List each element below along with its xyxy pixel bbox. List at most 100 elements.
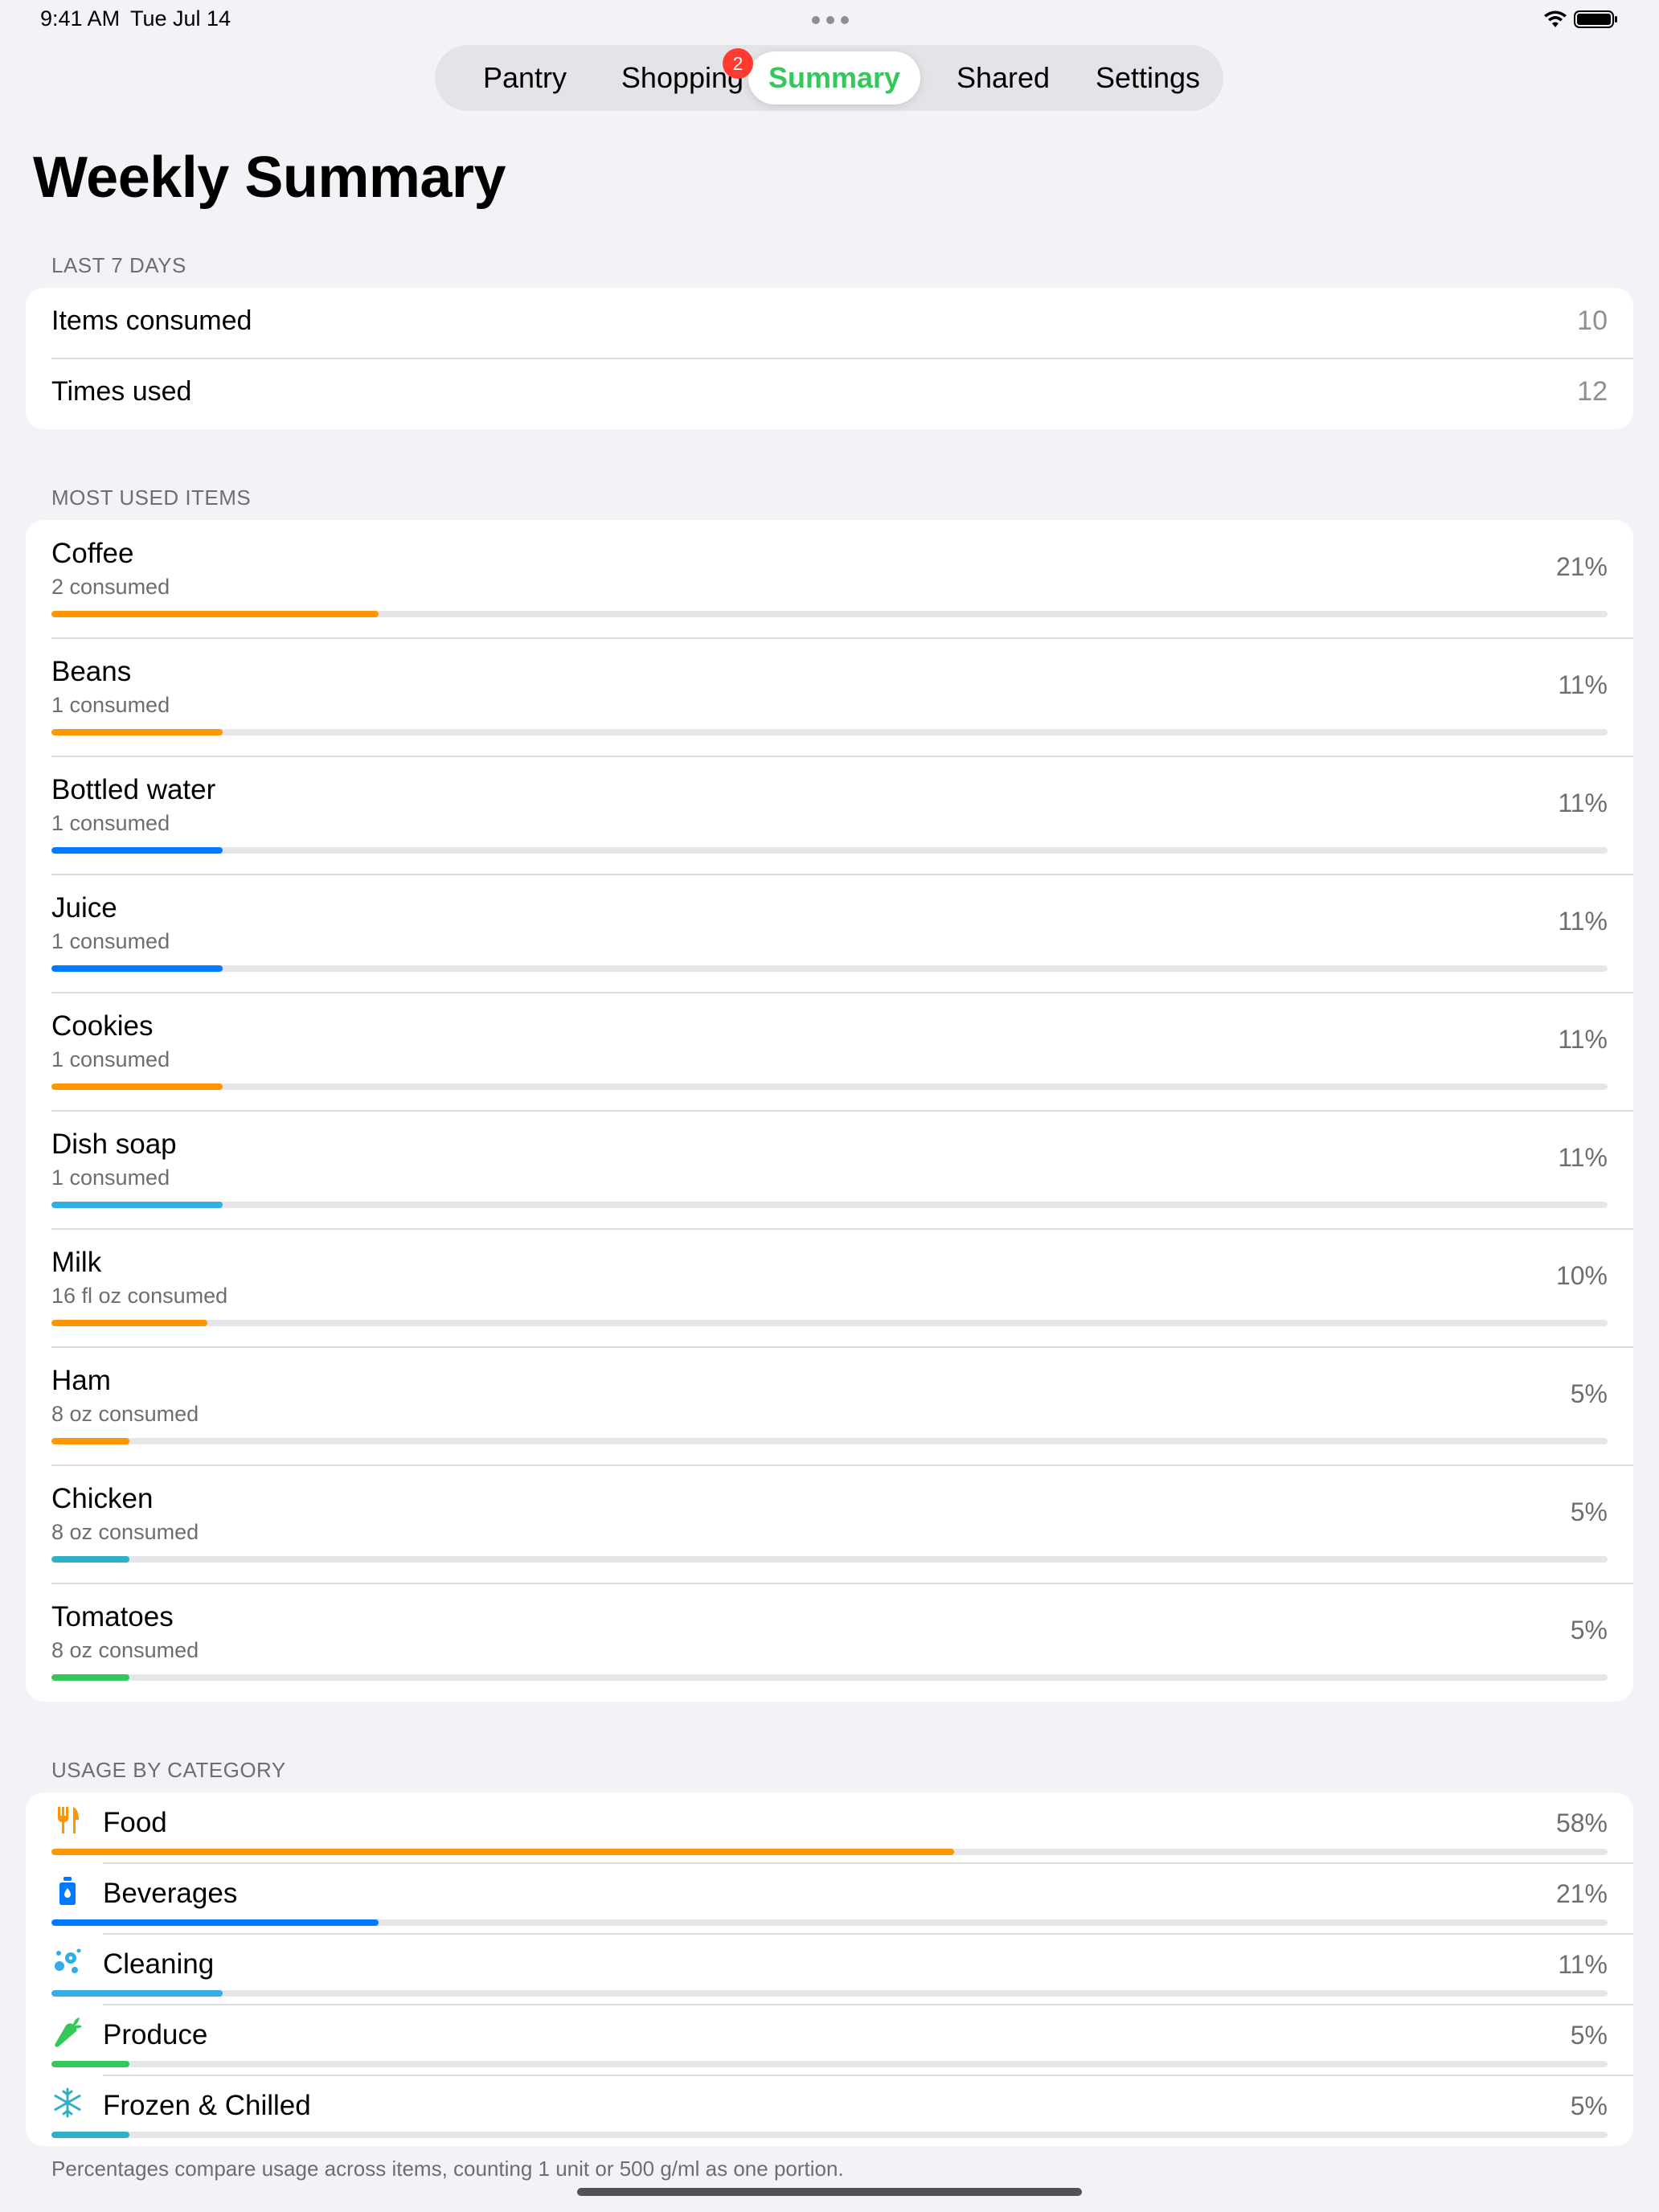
item-consumed-amount: 8 oz consumed <box>51 1638 199 1662</box>
usage-bar-track <box>51 1849 1608 1855</box>
usage-bar-track <box>51 1438 1608 1444</box>
last-7-days-card: Items consumed 10 Times used 12 <box>26 288 1633 429</box>
stat-value: 10 <box>1577 305 1608 336</box>
item-percentage: 5% <box>1570 1379 1608 1408</box>
list-item[interactable]: Chicken 8 oz consumed 5% <box>26 1465 1633 1583</box>
category-percentage: 21% <box>1555 1879 1608 1908</box>
item-name: Bottled water <box>51 774 216 805</box>
usage-bar-fill <box>51 2132 129 2138</box>
usage-bar-track <box>51 1919 1608 1926</box>
wifi-icon <box>1544 10 1567 27</box>
snowflake-icon <box>51 2087 84 2119</box>
category-percentage: 11% <box>1558 1950 1608 1979</box>
usage-bar-fill <box>51 965 223 972</box>
usage-bar-track <box>51 1202 1608 1208</box>
tab-pantry[interactable]: Pantry <box>451 51 599 104</box>
usage-bar-track <box>51 611 1608 617</box>
category-percentage: 5% <box>1570 2021 1608 2050</box>
bubbles-icon <box>51 1945 84 1977</box>
item-name: Chicken <box>51 1483 154 1514</box>
list-item[interactable]: Tomatoes 8 oz consumed 5% <box>26 1583 1633 1702</box>
more-dots-icon[interactable] <box>812 16 849 24</box>
section-header-most-used: MOST USED ITEMS <box>51 485 252 510</box>
item-consumed-amount: 1 consumed <box>51 811 170 835</box>
item-consumed-amount: 2 consumed <box>51 575 170 599</box>
category-name: Beverages <box>103 1878 238 1909</box>
section-header-last-7-days: LAST 7 DAYS <box>51 253 186 277</box>
stat-label: Times used <box>51 376 192 407</box>
item-percentage: 10% <box>1555 1261 1608 1290</box>
category-name: Frozen & Chilled <box>103 2090 311 2121</box>
tab-settings[interactable]: Settings <box>1086 51 1210 104</box>
item-percentage: 11% <box>1558 1143 1608 1172</box>
category-percentage: 5% <box>1570 2091 1608 2120</box>
item-consumed-amount: 1 consumed <box>51 1165 170 1190</box>
usage-bar-fill <box>51 611 379 617</box>
list-item[interactable]: Dish soap 1 consumed 11% <box>26 1111 1633 1229</box>
fork-knife-icon <box>51 1804 84 1836</box>
list-item[interactable]: Juice 1 consumed 11% <box>26 875 1633 993</box>
list-item[interactable]: Beans 1 consumed 11% <box>26 638 1633 756</box>
item-name: Tomatoes <box>51 1601 174 1632</box>
item-consumed-amount: 1 consumed <box>51 693 170 717</box>
usage-bar-fill <box>51 1556 129 1563</box>
usage-bar-fill <box>51 2061 129 2067</box>
usage-bar-track <box>51 1990 1608 1997</box>
tab-bar: Pantry Shopping Summary Shared Settings <box>435 45 1223 111</box>
carrot-icon <box>51 2016 84 2048</box>
status-date: Tue Jul 14 <box>130 6 231 31</box>
shopping-badge: 2 <box>723 48 753 79</box>
usage-bar-fill <box>51 1438 129 1444</box>
most-used-items-card: Coffee 2 consumed 21% Beans 1 consumed 11% Bot… <box>26 520 1633 1702</box>
category-row[interactable]: Food 58% <box>26 1792 1633 1863</box>
stat-row-items-consumed: Items consumed 10 <box>26 288 1633 358</box>
category-row[interactable]: Produce 5% <box>26 2005 1633 2075</box>
section-header-usage-by-category: USAGE BY CATEGORY <box>51 1758 286 1782</box>
category-row[interactable]: Cleaning 11% <box>26 1934 1633 2005</box>
list-item[interactable]: Bottled water 1 consumed 11% <box>26 756 1633 875</box>
usage-bar-fill <box>51 1202 223 1208</box>
usage-bar-track <box>51 2061 1608 2067</box>
usage-by-category-card: Food 58% Beverages 21% Cleaning 11% Produce 5% F… <box>26 1792 1633 2146</box>
usage-bar-fill <box>51 1990 223 1997</box>
bottle-icon <box>51 1874 84 1907</box>
item-percentage: 11% <box>1558 789 1608 817</box>
usage-bar-track <box>51 2132 1608 2138</box>
stat-row-times-used: Times used 12 <box>26 358 1633 429</box>
page-title: Weekly Summary <box>33 145 506 210</box>
item-consumed-amount: 16 fl oz consumed <box>51 1284 228 1308</box>
item-percentage: 11% <box>1558 907 1608 936</box>
list-item[interactable]: Cookies 1 consumed 11% <box>26 993 1633 1111</box>
category-percentage: 58% <box>1555 1809 1608 1837</box>
battery-icon <box>1574 10 1617 28</box>
stat-label: Items consumed <box>51 305 252 336</box>
usage-bar-track <box>51 965 1608 972</box>
list-item[interactable]: Ham 8 oz consumed 5% <box>26 1347 1633 1465</box>
stat-value: 12 <box>1577 376 1608 407</box>
list-item[interactable]: Coffee 2 consumed 21% <box>26 520 1633 638</box>
usage-bar-fill <box>51 1674 129 1681</box>
item-percentage: 5% <box>1570 1616 1608 1645</box>
category-name: Food <box>103 1807 167 1838</box>
category-row[interactable]: Frozen & Chilled 5% <box>26 2075 1633 2146</box>
list-item[interactable]: Milk 16 fl oz consumed 10% <box>26 1229 1633 1347</box>
item-name: Milk <box>51 1247 102 1278</box>
category-row[interactable]: Beverages 21% <box>26 1863 1633 1934</box>
item-name: Cookies <box>51 1010 154 1042</box>
status-time: 9:41 AM <box>40 6 121 31</box>
item-consumed-amount: 1 consumed <box>51 1047 170 1071</box>
usage-bar-fill <box>51 847 223 854</box>
tab-summary[interactable]: Summary <box>748 51 920 104</box>
usage-bar-track <box>51 1556 1608 1563</box>
usage-bar-track <box>51 847 1608 854</box>
usage-bar-fill <box>51 1320 207 1326</box>
item-name: Juice <box>51 892 117 924</box>
home-indicator[interactable] <box>577 2188 1082 2196</box>
item-percentage: 21% <box>1555 552 1608 581</box>
usage-bar-fill <box>51 729 223 735</box>
item-name: Dish soap <box>51 1129 177 1160</box>
tab-shared[interactable]: Shared <box>920 51 1086 104</box>
usage-bar-fill <box>51 1849 954 1855</box>
usage-bar-track <box>51 1320 1608 1326</box>
item-consumed-amount: 1 consumed <box>51 929 170 953</box>
